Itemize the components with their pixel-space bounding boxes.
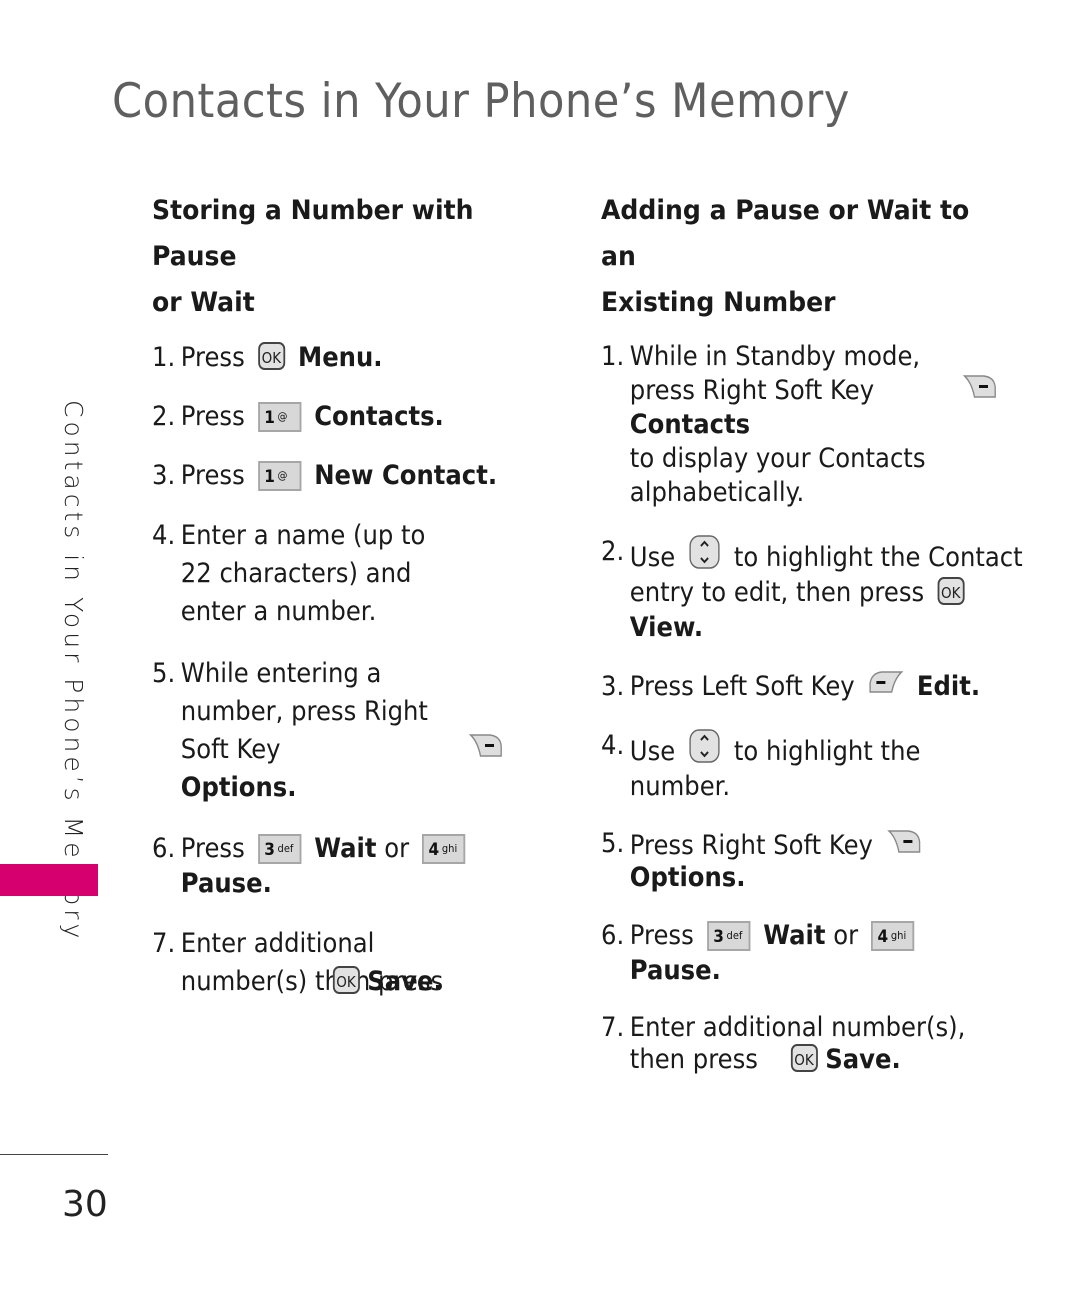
step-text: While entering a number, press Right Sof… [180,658,428,765]
key-sub: @ [277,410,288,423]
key-sub: @ [277,469,288,482]
step-7: 7. Enter additional number(s), then pres… [601,1012,1026,1076]
left-soft-key-icon [869,671,904,693]
step-text: Press [180,401,245,432]
step-text: Use [629,736,676,767]
step-4: 4. Use to highlight the number. [601,728,1026,804]
step-number: 4. [601,730,625,761]
step-number: 3. [601,671,625,702]
step-number: 3. [152,460,176,491]
key-sub: def [726,929,743,942]
step-7: 7. Enter additional number(s) then press… [152,925,577,1001]
contacts-label: Contacts [629,409,751,440]
step-6: 6. Press 3 def Wait or 4 ghi Pause. [152,831,577,901]
key-digit: 1 [264,467,275,487]
step-text: Press Left Soft Key [629,671,855,702]
right-soft-key-icon [468,734,502,757]
key-1-icon: 1 @ [257,461,302,491]
wait-label: Wait [314,833,377,864]
section-tab-marker [0,864,98,896]
key-3-icon: 3 def [257,834,302,864]
left-column: Storing a Number with Pause or Wait 1. P… [152,188,552,1025]
key-digit: 4 [877,927,889,947]
nav-key-icon [689,729,720,763]
heading-line-2: or Wait [152,287,255,318]
step-number: 4. [152,520,176,551]
step-number: 5. [152,658,176,689]
options-label: Options. [629,862,746,893]
wait-label: Wait [763,920,826,951]
key-sub: ghi [890,929,907,942]
step-text: or [833,920,859,951]
footer-divider [0,1154,108,1155]
step-number: 2. [601,536,625,567]
key-4-icon: 4 ghi [422,834,466,864]
step-text: Press [180,460,245,491]
right-column: Adding a Pause or Wait to an Existing Nu… [601,188,1023,1100]
step-3: 3. Press Left Soft Key Edit. [601,669,1026,704]
menu-label: Menu. [298,342,383,373]
right-soft-key-icon [886,830,921,853]
step-2: 2. Use to highlight the Contact entry to… [601,534,1026,645]
ok-key-icon: OK [257,342,285,370]
save-label: Save. [367,966,443,997]
step-number: 7. [601,1012,625,1043]
view-label: View. [629,612,704,643]
step-number: 7. [152,928,176,959]
step-3: 3. Press 1 @ New Contact. [152,458,577,493]
page-number: 30 [62,1184,108,1225]
step-text: Press [180,342,245,373]
right-soft-key-icon [962,375,996,398]
pause-label: Pause. [180,868,272,899]
step-5: 5. While entering a number, press Right … [152,655,577,807]
ok-key-icon: OK [332,966,360,994]
step-text: Press Right Soft Key [629,830,873,861]
step-4: 4. Enter a name (up to 22 characters) an… [152,517,577,631]
step-number: 6. [152,833,176,864]
step-text: Enter a name (up to 22 characters) and e… [180,520,426,627]
step-text: to display your Contacts alphabetically. [629,443,926,508]
ok-key-icon: OK [937,577,965,605]
step-text: Use [629,542,676,573]
page-title: Contacts in Your Phone’s Memory [112,74,850,129]
side-tab-label: Contacts in Your Phone’s Memory [59,400,88,943]
step-1: 1. Press OK Menu. [152,340,577,375]
section-heading-storing: Storing a Number with Pause or Wait [152,188,543,326]
key-4-icon: 4 ghi [871,921,915,951]
heading-line-1: Storing a Number with Pause [152,195,474,272]
edit-label: Edit. [916,671,981,702]
contacts-label: Contacts. [314,401,444,432]
step-text: While in Standby mode, press Right Soft … [629,341,921,406]
step-text: Press [629,920,694,951]
key-digit: 3 [713,927,724,947]
step-6: 6. Press 3 def Wait or 4 ghi Pause. [601,918,1026,988]
key-sub: def [277,842,294,855]
pause-label: Pause. [629,955,721,986]
nav-key-icon [689,535,720,569]
save-label: Save. [825,1044,901,1075]
step-2: 2. Press 1 @ Contacts. [152,399,577,434]
step-text: Press [180,833,245,864]
key-digit: 4 [428,840,440,860]
step-5: 5. Press Right Soft Key Options. [601,828,1026,894]
step-number: 1. [152,342,176,373]
step-number: 2. [152,401,176,432]
key-digit: 3 [264,840,275,860]
key-sub: ghi [441,842,458,855]
heading-line-2: Existing Number [601,287,836,318]
step-number: 6. [601,920,625,951]
step-1: 1. While in Standby mode, press Right So… [601,340,1026,510]
new-contact-label: New Contact. [314,460,498,491]
key-digit: 1 [264,408,275,428]
step-text: or [384,833,410,864]
section-heading-adding: Adding a Pause or Wait to an Existing Nu… [601,188,992,326]
step-number: 5. [601,828,625,859]
key-3-icon: 3 def [706,921,751,951]
ok-key-icon: OK [790,1044,818,1072]
key-1-icon: 1 @ [257,402,302,432]
step-number: 1. [601,341,625,372]
heading-line-1: Adding a Pause or Wait to an [601,195,970,272]
options-label: Options. [180,772,297,803]
